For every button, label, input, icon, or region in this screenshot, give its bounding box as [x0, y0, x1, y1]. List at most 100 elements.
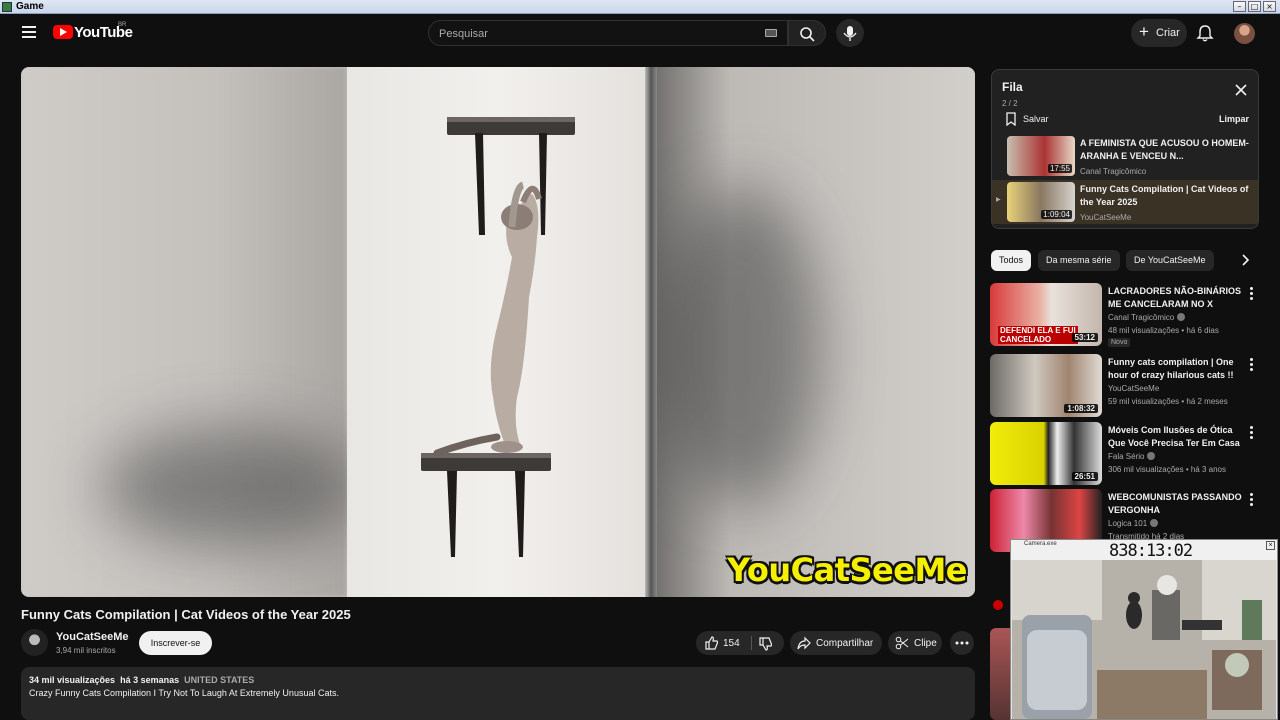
kebab-menu-icon[interactable]: [1250, 358, 1254, 372]
cat-on-shelves-illustration: [421, 117, 575, 557]
verified-icon: [1150, 519, 1159, 527]
recommendation-channel: YouCatSeeMe: [1108, 384, 1160, 393]
keyboard-icon[interactable]: [765, 29, 777, 37]
search-input[interactable]: [439, 25, 759, 43]
queue-thumbnail: 17:55: [1007, 136, 1075, 176]
chip-all[interactable]: Todos: [991, 250, 1032, 271]
upload-age: há 3 semanas: [120, 675, 180, 685]
more-horizontal-icon: [955, 641, 969, 645]
overlay-close-icon[interactable]: ×: [1266, 541, 1275, 550]
view-count: 34 mil visualizações: [29, 675, 116, 685]
webcam-room-image: [1012, 560, 1276, 719]
subscribe-button[interactable]: Inscrever-se: [139, 631, 212, 655]
search-button[interactable]: [788, 20, 826, 46]
notifications-bell-icon[interactable]: [1195, 23, 1215, 43]
thumbnail-caption: DEFENDI ELA E FUI CANCELADO: [998, 326, 1078, 344]
new-badge: Novo: [1108, 338, 1131, 347]
queue-panel: Fila 2 / 2 Salvar Limpar 17:55 A FEMINIS…: [991, 69, 1259, 229]
recommendation-thumbnail[interactable]: [990, 628, 1010, 720]
menu-icon[interactable]: [22, 26, 36, 38]
create-label: Criar: [1156, 27, 1180, 39]
duration-badge: 26:51: [1071, 472, 1098, 481]
like-dislike-group: 154: [696, 631, 784, 655]
now-playing-icon: ▶: [996, 197, 1001, 203]
recommendation-title: Funny cats compilation | One hour of cra…: [1108, 357, 1234, 380]
dislike-icon[interactable]: [758, 637, 772, 651]
queue-item-title: Funny Cats Compilation | Cat Videos of t…: [1080, 184, 1249, 207]
account-avatar[interactable]: [1234, 23, 1255, 44]
recommendation-thumbnail: DEFENDI ELA E FUI CANCELADO 53:12: [990, 283, 1102, 346]
overlay-titlebar[interactable]: Camera.exe 838:13:02 ×: [1011, 540, 1277, 561]
save-playlist-button[interactable]: Salvar: [1005, 112, 1049, 128]
recommendation-thumbnail: 26:51: [990, 422, 1102, 485]
clear-queue-button[interactable]: Limpar: [1219, 114, 1249, 124]
camera-overlay-window[interactable]: Camera.exe 838:13:02 ×: [1010, 539, 1278, 720]
create-button[interactable]: + Criar: [1131, 19, 1187, 47]
channel-label: Fala Sério: [1108, 452, 1145, 461]
kebab-menu-icon[interactable]: [1250, 493, 1254, 507]
chip-from-channel[interactable]: De YouCatSeeMe: [1126, 250, 1214, 271]
like-icon[interactable]: [704, 636, 718, 650]
duration-badge: 17:55: [1047, 164, 1072, 173]
video-watermark: YouCatSeeMe: [727, 551, 967, 589]
share-icon: [797, 636, 811, 650]
verified-icon: [1147, 452, 1156, 460]
verified-icon: [1177, 313, 1186, 321]
plus-icon: +: [1139, 22, 1149, 41]
search-box[interactable]: [428, 20, 788, 46]
queue-item[interactable]: 17:55 A FEMINISTA QUE ACUSOU O HOMEM-ARA…: [992, 134, 1258, 178]
voice-search-button[interactable]: [836, 19, 864, 47]
recommendation-item[interactable]: 1:08:32 Funny cats compilation | One hou…: [990, 354, 1260, 418]
recommendation-channel: Canal Tragicômico: [1108, 313, 1186, 322]
youtube-logo-icon[interactable]: [53, 25, 73, 39]
video-title: Funny Cats Compilation | Cat Videos of t…: [21, 607, 351, 622]
video-meta: 34 mil visualizações há 3 semanas UNITED …: [29, 675, 254, 685]
queue-thumbnail: 1:09:04: [1007, 182, 1075, 222]
recommendation-channel: Logica 101: [1108, 519, 1159, 528]
close-icon[interactable]: [1234, 83, 1248, 97]
overlay-timer: 838:13:02: [1109, 541, 1193, 561]
queue-title: Fila: [1002, 80, 1023, 94]
microphone-icon: [843, 26, 857, 41]
share-button[interactable]: Compartilhar: [790, 631, 882, 655]
channel-avatar[interactable]: [21, 629, 48, 656]
channel-label: Logica 101: [1108, 519, 1148, 528]
recommendation-meta: 306 mil visualizações • há 3 anos: [1108, 465, 1226, 474]
window-title: Game: [16, 1, 44, 12]
kebab-menu-icon[interactable]: [1250, 287, 1254, 301]
video-player[interactable]: YouCatSeeMe: [21, 67, 975, 597]
duration-badge: 53:12: [1071, 333, 1098, 342]
minimize-button[interactable]: –: [1233, 1, 1246, 12]
recommendation-channel: Fala Sério: [1108, 452, 1156, 461]
recommendation-thumbnail: 1:08:32: [990, 354, 1102, 417]
location-tag[interactable]: UNITED STATES: [184, 675, 254, 685]
chip-same-series[interactable]: Da mesma série: [1038, 250, 1120, 271]
description-text: Crazy Funny Cats Compilation I Try Not T…: [29, 688, 339, 698]
blur-shadow: [661, 187, 821, 507]
recommendation-title: Móveis Com Ilusões de Ótica Que Você Pre…: [1108, 425, 1240, 448]
webcam-feed: [1012, 560, 1276, 719]
save-label: Salvar: [1023, 114, 1049, 124]
close-window-button[interactable]: ×: [1263, 1, 1276, 12]
description-box[interactable]: 34 mil visualizações há 3 semanas UNITED …: [21, 667, 975, 720]
scissors-icon: [895, 636, 909, 650]
maximize-button[interactable]: □: [1248, 1, 1261, 12]
recommendation-item[interactable]: 26:51 Móveis Com Ilusões de Ótica Que Vo…: [990, 422, 1260, 486]
channel-name[interactable]: YouCatSeeMe: [56, 631, 129, 643]
share-label: Compartilhar: [816, 638, 874, 649]
masthead: YouTube BR + Criar: [0, 14, 1280, 54]
chevron-right-icon[interactable]: [1238, 253, 1252, 267]
clip-button[interactable]: Clipe: [888, 631, 942, 655]
more-actions-button[interactable]: [950, 631, 974, 655]
recommendation-item[interactable]: DEFENDI ELA E FUI CANCELADO 53:12 LACRAD…: [990, 283, 1260, 347]
duration-badge: 1:08:32: [1064, 404, 1098, 413]
kebab-menu-icon[interactable]: [1250, 426, 1254, 440]
recommendation-meta: 59 mil visualizações • há 2 meses: [1108, 397, 1228, 406]
region-code: BR: [118, 22, 127, 28]
channel-label: Canal Tragicômico: [1108, 313, 1175, 322]
like-count[interactable]: 154: [723, 638, 740, 649]
like-divider: [751, 636, 752, 650]
queue-item-current[interactable]: ▶ 1:09:04 Funny Cats Compilation | Cat V…: [992, 180, 1258, 224]
blur-shadow: [101, 427, 361, 547]
queue-item-channel: Canal Tragicômico: [1080, 167, 1147, 176]
